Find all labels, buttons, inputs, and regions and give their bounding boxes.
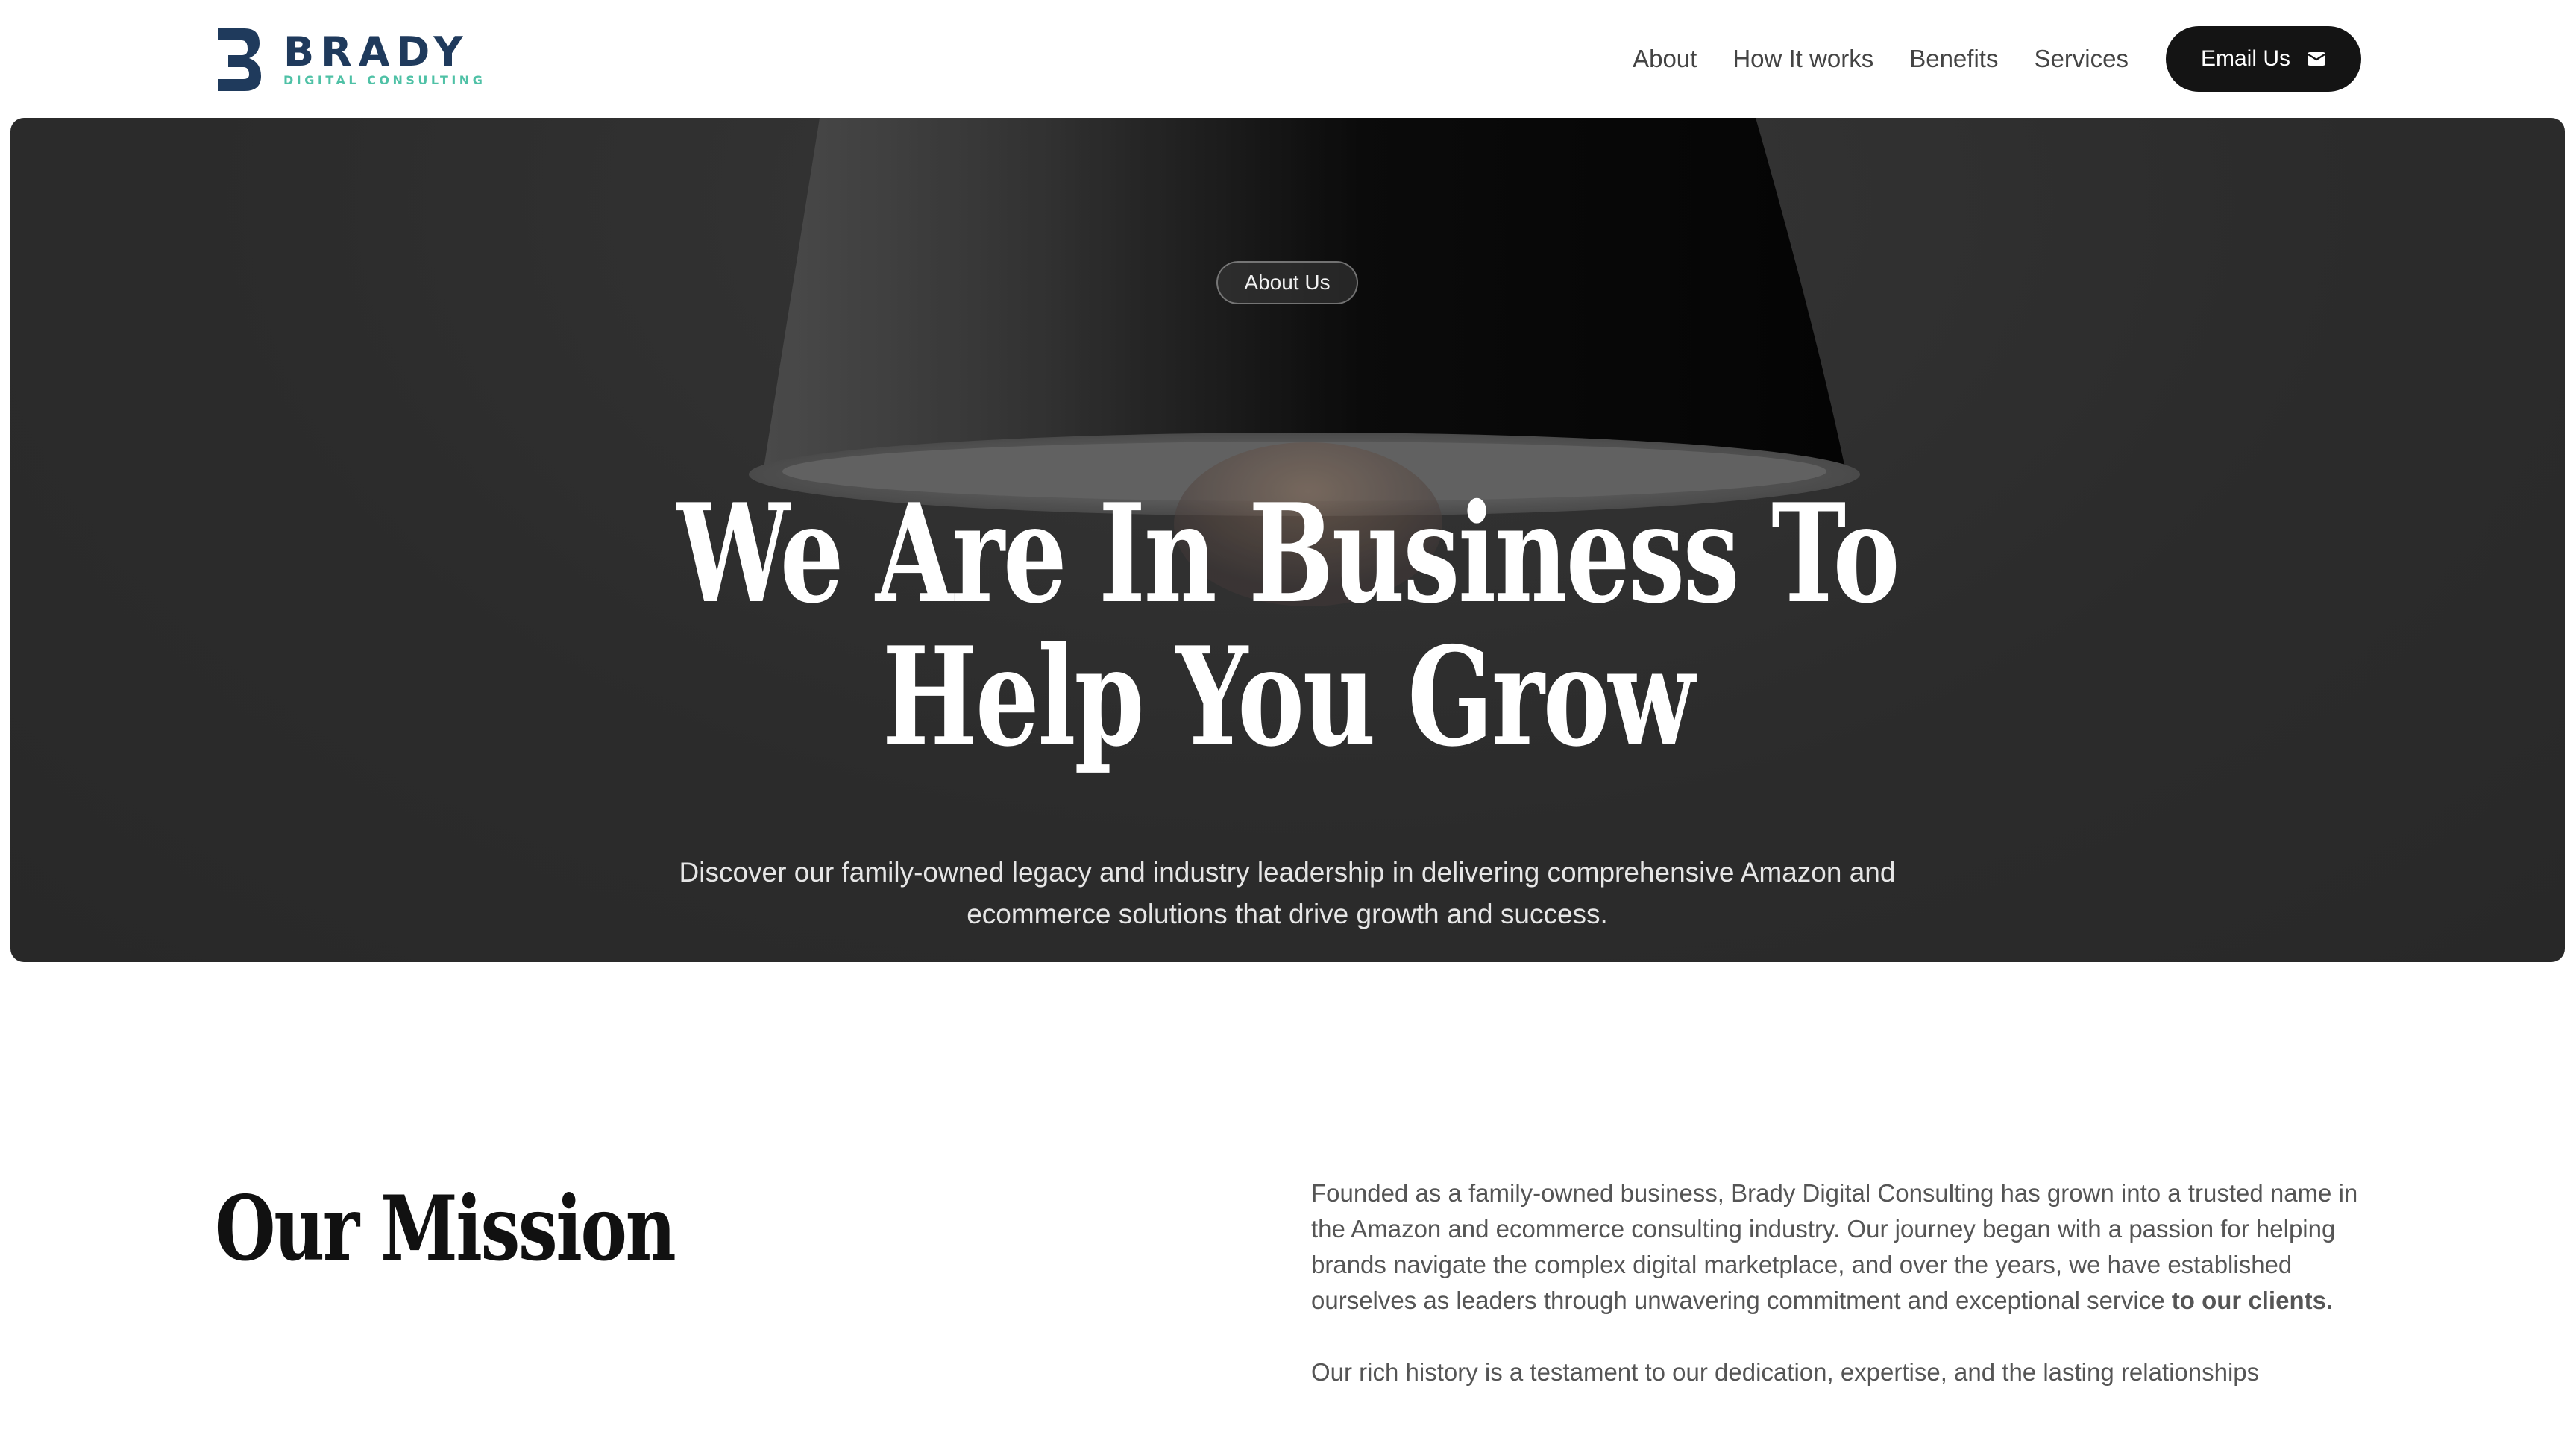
hero-title-line2: Help You Grow [882,617,1694,776]
hero-description: Discover our family-owned legacy and ind… [679,857,1896,929]
mission-paragraph-1-bold: to our clients. [2171,1287,2334,1314]
email-us-button[interactable]: Email Us [2166,26,2361,92]
nav-link-about[interactable]: About [1633,45,1697,73]
hero-title: We Are In Business To Help You Grow [342,482,2233,768]
about-us-badge: About Us [1216,261,1358,304]
hero-section: About Us We Are In Business To Help You … [10,118,2565,962]
mission-heading: Our Mission [215,1176,676,1281]
mission-paragraph-2: Our rich history is a testament to our d… [1311,1358,2260,1386]
logo-tagline: DIGITAL CONSULTING [283,73,486,87]
mission-paragraph-1: Founded as a family-owned business, Brad… [1311,1175,2370,1319]
logo-name: BRADY [283,28,470,75]
nav-link-how-it-works[interactable]: How It works [1732,45,1873,73]
main-nav: About How It works Benefits Services Ema… [1633,26,2361,92]
hero-title-line1: We Are In Business To [676,474,1900,633]
nav-link-benefits[interactable]: Benefits [1909,45,1998,73]
site-header: BRADY DIGITAL CONSULTING About How It wo… [0,0,2576,118]
mission-body: Founded as a family-owned business, Brad… [1311,1175,2370,1426]
brand-logo[interactable]: BRADY DIGITAL CONSULTING [215,25,486,94]
nav-link-services[interactable]: Services [2034,45,2129,73]
logo-text: BRADY DIGITAL CONSULTING [283,31,486,88]
logo-b-icon [218,28,261,91]
page: BRADY DIGITAL CONSULTING About How It wo… [0,0,2576,1429]
mail-icon [2308,52,2325,66]
email-us-label: Email Us [2200,46,2290,71]
